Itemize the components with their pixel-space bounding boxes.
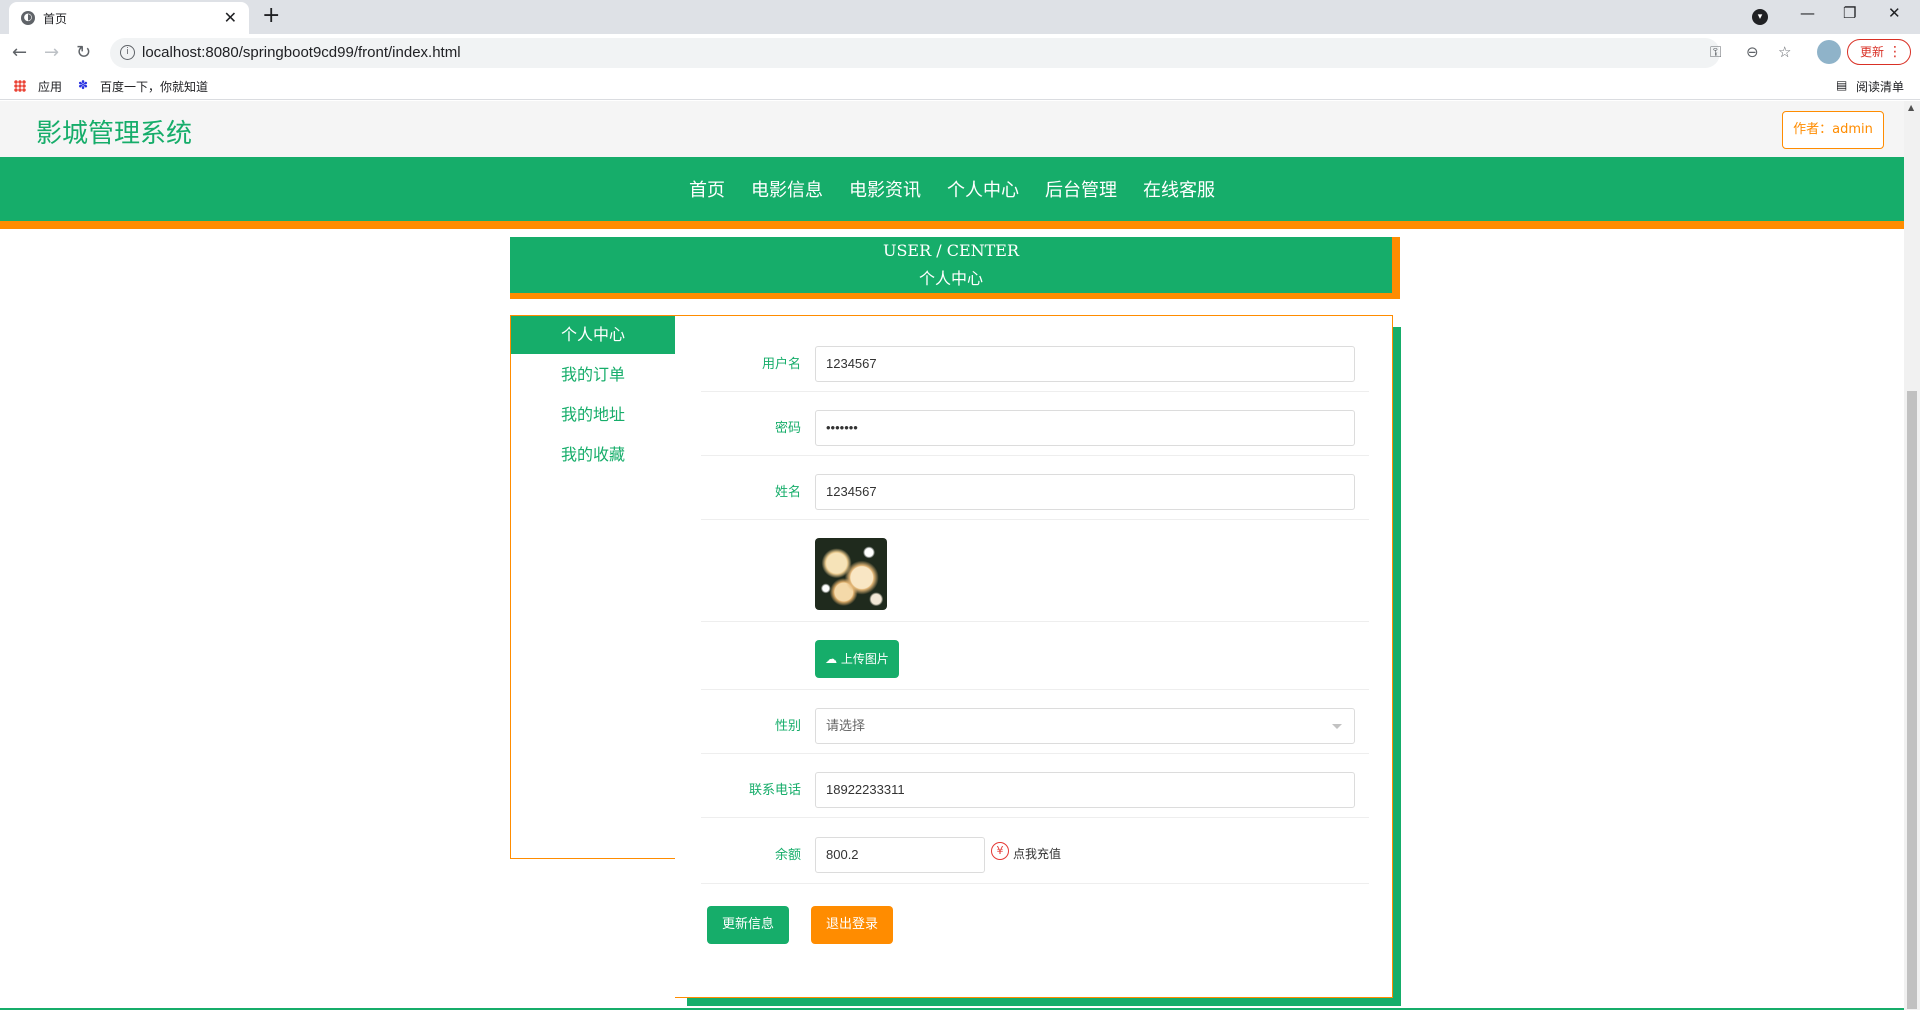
nav-item-support[interactable]: 在线客服 [1143, 176, 1215, 202]
yuan-icon: ¥ [991, 842, 1009, 860]
cloud-upload-icon: ☁ [825, 652, 838, 666]
gender-label: 性别 [774, 719, 801, 734]
minimize-icon[interactable]: — [1800, 4, 1815, 22]
upload-button-label: 上传图片 [840, 652, 889, 666]
bookmark-baidu[interactable]: 百度一下，你就知道 [100, 78, 208, 95]
reload-icon[interactable]: ↻ [76, 42, 91, 63]
close-tab-icon[interactable]: ✕ [224, 8, 237, 27]
zoom-icon[interactable]: ⊖ [1746, 43, 1759, 61]
apps-grid-icon[interactable] [14, 80, 26, 92]
password-input[interactable]: ••••••• [815, 410, 1355, 446]
bookmarks-bar: 应用 ✽ 百度一下，你就知道 ▤ 阅读清单 [0, 72, 1920, 100]
browser-tab-strip: ◐ 首页 ✕ + ▾ — ❐ ✕ [0, 0, 1920, 34]
update-info-button[interactable]: 更新信息 [707, 906, 789, 944]
more-menu-icon: ⋮ [1888, 44, 1902, 60]
upload-row: ☁ 上传图片 [701, 622, 1369, 690]
nav-item-home[interactable]: 首页 [689, 176, 725, 202]
actions-row: 更新信息 退出登录 [701, 906, 1369, 946]
name-row: 姓名 1234567 [701, 456, 1369, 520]
baidu-paw-icon: ✽ [78, 78, 89, 92]
username-row: 用户名 1234567 [701, 328, 1369, 392]
upload-image-button[interactable]: ☁ 上传图片 [815, 640, 899, 678]
nav-item-news[interactable]: 电影资讯 [849, 176, 921, 202]
phone-label: 联系电话 [748, 783, 801, 798]
phone-input[interactable]: 18922233311 [815, 772, 1355, 808]
forward-arrow-icon[interactable]: → [44, 42, 59, 63]
address-bar[interactable]: i localhost:8080/springboot9cd99/front/i… [110, 38, 1791, 68]
reading-list-label[interactable]: 阅读清单 [1856, 78, 1904, 95]
browser-tab[interactable]: ◐ 首页 ✕ [9, 2, 249, 34]
phone-row: 联系电话 18922233311 [701, 754, 1369, 818]
site-header: 影城管理系统 作者：admin [0, 101, 1904, 157]
scroll-thumb[interactable] [1907, 391, 1917, 1009]
star-icon[interactable]: ☆ [1778, 43, 1791, 61]
side-item-user-center[interactable]: 个人中心 [511, 316, 675, 354]
profile-avatar[interactable] [1817, 40, 1841, 64]
password-row: 密码 ••••••• [701, 392, 1369, 456]
balance-label: 余额 [774, 848, 801, 863]
update-browser-button[interactable]: 更新 ⋮ [1847, 39, 1911, 65]
bookmark-apps[interactable]: 应用 [38, 78, 62, 95]
side-item-addresses[interactable]: 我的地址 [511, 396, 675, 434]
update-label: 更新 [1860, 45, 1885, 59]
nav-item-movies[interactable]: 电影信息 [751, 176, 823, 202]
key-icon[interactable]: ⚿ [1710, 43, 1721, 61]
new-tab-button[interactable]: + [262, 3, 280, 28]
balance-row: 余额 800.2 ¥ 点我充值 [701, 818, 1369, 884]
chevron-down-icon [1332, 724, 1342, 729]
side-item-favorites[interactable]: 我的收藏 [511, 436, 675, 474]
avatar-row [701, 520, 1369, 622]
user-center-banner: USER / CENTER 个人中心 [510, 237, 1400, 299]
name-label: 姓名 [774, 485, 801, 500]
gender-placeholder: 请选择 [826, 718, 866, 733]
tab-title: 首页 [43, 12, 68, 26]
tab-search-icon[interactable]: ▾ [1752, 9, 1768, 25]
browser-toolbar: ← → ↻ i localhost:8080/springboot9cd99/f… [0, 34, 1920, 72]
recharge-link[interactable]: 点我充值 [1013, 845, 1061, 862]
profile-form: 用户名 1234567 密码 ••••••• 姓名 1234567 ☁ 上传图片… [675, 315, 1393, 998]
url-text[interactable]: localhost:8080/springboot9cd99/front/ind… [142, 44, 461, 61]
site-title: 影城管理系统 [36, 119, 193, 149]
password-label: 密码 [774, 421, 801, 436]
scroll-up-icon[interactable]: ▲ [1908, 103, 1914, 112]
banner-title-en: USER / CENTER [882, 241, 1020, 260]
user-side-menu: 个人中心 我的订单 我的地址 我的收藏 [510, 315, 676, 859]
page-viewport: 影城管理系统 作者：admin 首页 电影信息 电影资讯 个人中心 后台管理 在… [0, 101, 1904, 1010]
main-nav: 首页 电影信息 电影资讯 个人中心 后台管理 在线客服 [0, 157, 1904, 229]
banner-title-cn: 个人中心 [918, 269, 983, 288]
back-arrow-icon[interactable]: ← [12, 42, 27, 63]
reading-list-icon[interactable]: ▤ [1836, 78, 1847, 92]
globe-icon: ◐ [21, 11, 35, 25]
page-scrollbar[interactable]: ▲ [1904, 101, 1920, 1010]
avatar-image [815, 538, 887, 610]
side-item-orders[interactable]: 我的订单 [511, 356, 675, 394]
gender-row: 性别 请选择 [701, 690, 1369, 754]
restore-icon[interactable]: ❐ [1843, 4, 1856, 22]
window-close-icon[interactable]: ✕ [1888, 4, 1901, 22]
logout-button[interactable]: 退出登录 [811, 906, 893, 944]
username-input[interactable]: 1234567 [815, 346, 1355, 382]
balance-input[interactable]: 800.2 [815, 837, 985, 873]
nav-item-admin[interactable]: 后台管理 [1045, 176, 1117, 202]
author-badge[interactable]: 作者：admin [1782, 111, 1884, 149]
site-info-icon[interactable]: i [120, 45, 135, 60]
gender-select[interactable]: 请选择 [815, 708, 1355, 744]
username-label: 用户名 [761, 357, 801, 372]
nav-item-user-center[interactable]: 个人中心 [947, 176, 1019, 202]
name-input[interactable]: 1234567 [815, 474, 1355, 510]
